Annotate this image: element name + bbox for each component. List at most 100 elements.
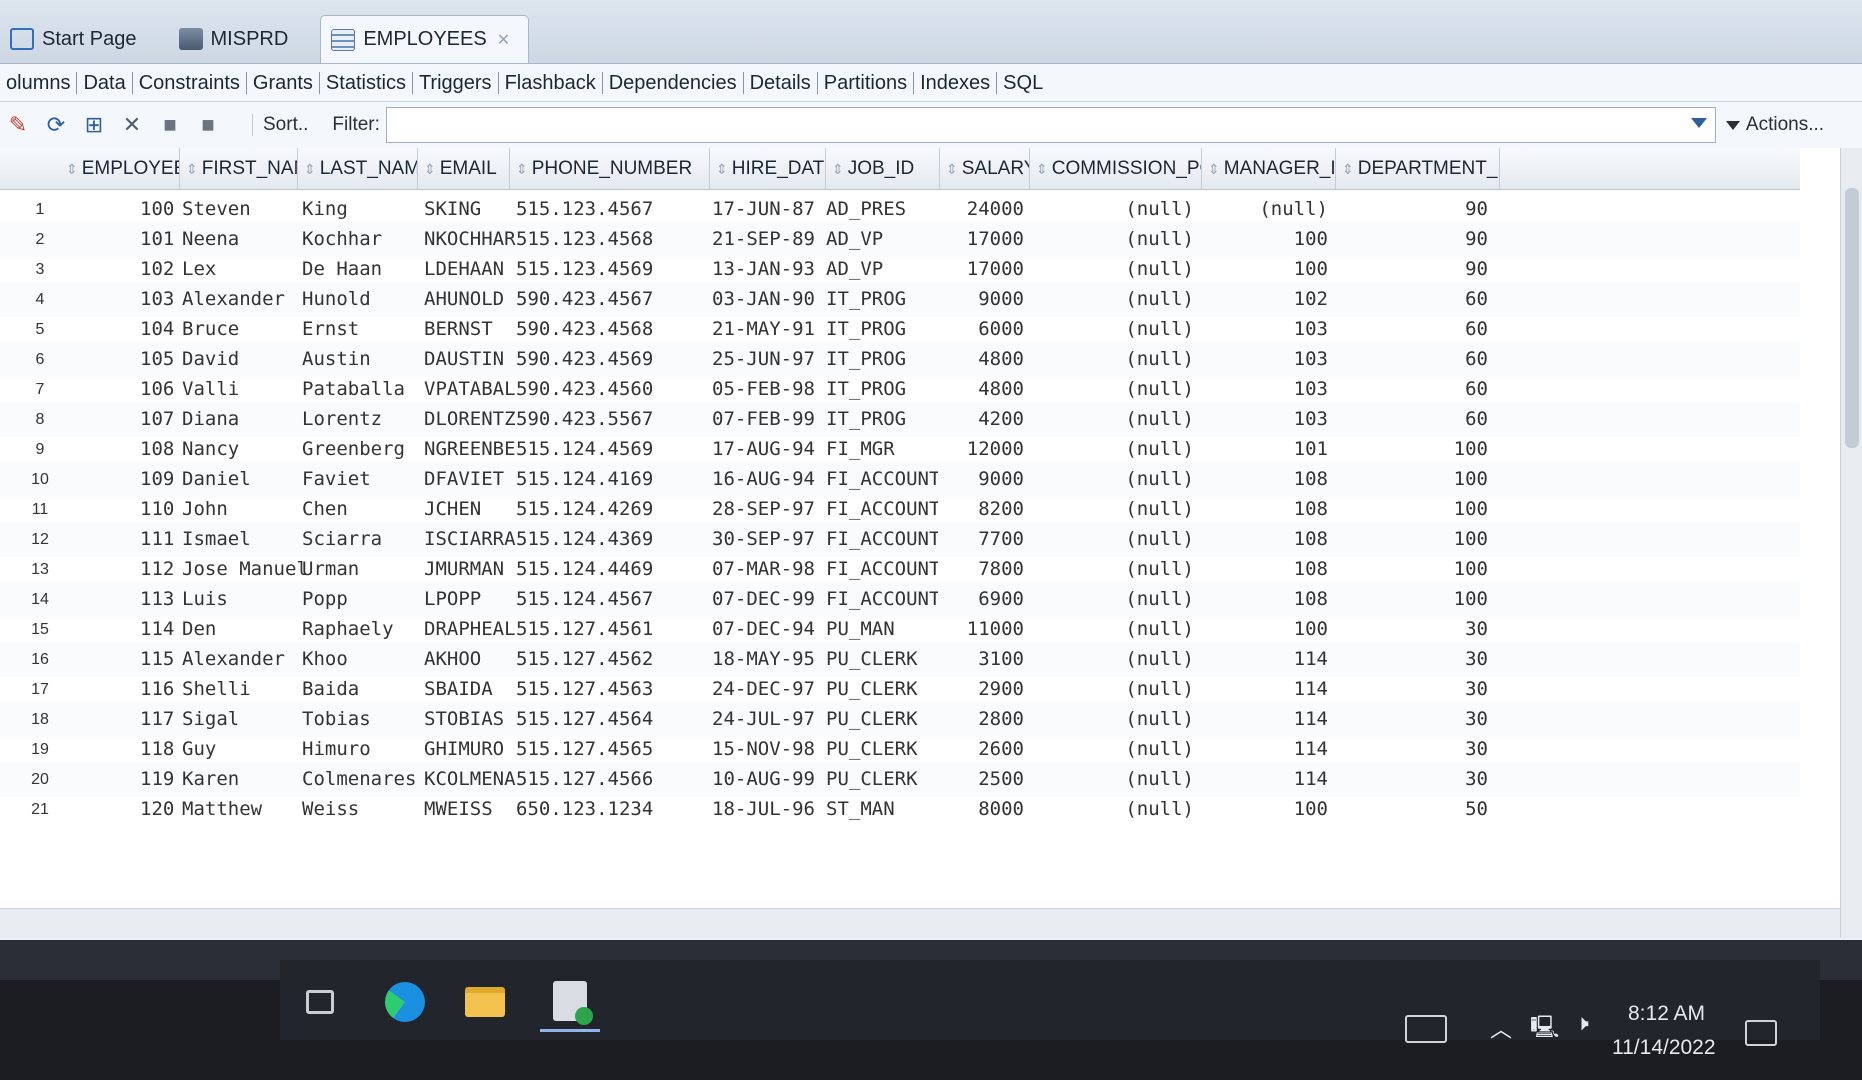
sql-developer-window: Start Page MISPRD EMPLOYEES ✕ olumns Data…: [0, 0, 1862, 940]
column-header-label: COMMISSION_PCT: [1051, 158, 1201, 179]
insert-row-icon[interactable]: ⊞: [80, 112, 108, 138]
column-header-last-name[interactable]: ⇕LAST_NAME: [298, 148, 418, 190]
tab-employees[interactable]: EMPLOYEES ✕: [320, 15, 530, 63]
tab-label: EMPLOYEES: [363, 28, 487, 50]
tab-details[interactable]: Details: [744, 71, 818, 94]
document-tabs: Start Page MISPRD EMPLOYEES ✕: [0, 0, 1862, 64]
tab-olumns[interactable]: olumns: [0, 71, 78, 94]
scroll-thumb[interactable]: [1845, 188, 1859, 448]
tab-constraints[interactable]: Constraints: [133, 71, 247, 94]
column-header-label: SALARY: [961, 158, 1030, 179]
data-grid: ⇕EMPLOYEE_ID⇕FIRST_NAME⇕LAST_NAME⇕EMAIL⇕…: [0, 148, 1840, 908]
column-header-phone-number[interactable]: ⇕ PHONE_NUMBER: [510, 148, 710, 190]
data-toolbar: ✎ ⟳ ⊞ ✕ ■ ■ Sort.. Filter: Actions...: [0, 102, 1862, 148]
table-icon: [331, 28, 356, 51]
column-header-label: MANAGER_ID: [1223, 158, 1336, 179]
sort-arrows-icon[interactable]: ⇕: [832, 161, 844, 177]
column-header-department-id[interactable]: ⇕DEPARTMENT_ID: [1336, 148, 1500, 190]
horizontal-scrollbar[interactable]: [0, 908, 1840, 938]
tab-sql[interactable]: SQL: [997, 72, 1049, 94]
commit-icon[interactable]: ■: [156, 112, 184, 138]
object-sub-tabs: olumns Data Constraints Grants Statistics Tri…: [0, 64, 1862, 102]
column-header-label: EMAIL: [439, 158, 497, 179]
filter-input[interactable]: [385, 107, 1716, 143]
grid-header: ⇕EMPLOYEE_ID⇕FIRST_NAME⇕LAST_NAME⇕EMAIL⇕…: [0, 148, 1800, 190]
grid-cell[interactable]: 100: [1210, 792, 1328, 827]
tab-start-page[interactable]: Start Page: [0, 15, 155, 63]
column-header-job-id[interactable]: ⇕ JOB_ID: [826, 148, 940, 190]
connection-icon: [178, 28, 203, 50]
column-header-commission-pct[interactable]: ⇕COMMISSION_PCT: [1030, 148, 1202, 190]
column-header-manager-id[interactable]: ⇕MANAGER_ID: [1202, 148, 1336, 190]
sort-arrows-icon[interactable]: ⇕: [1036, 161, 1048, 177]
vertical-scrollbar[interactable]: [1840, 148, 1862, 938]
task-view-icon[interactable]: [290, 972, 350, 1032]
sql-developer-icon[interactable]: [540, 972, 600, 1032]
grid-cell[interactable]: 18-JUL-96: [712, 792, 824, 827]
notification-icon[interactable]: [1745, 1020, 1777, 1046]
pin-icon[interactable]: ✎: [4, 112, 32, 138]
tab-grants[interactable]: Grants: [247, 71, 320, 94]
grid-cell[interactable]: Weiss: [302, 792, 422, 827]
sort-arrows-icon[interactable]: ⇕: [424, 161, 436, 177]
column-header-salary[interactable]: ⇕ SALARY: [940, 148, 1030, 190]
start-page-icon: [10, 28, 34, 50]
actions-button[interactable]: Actions...: [1725, 114, 1825, 136]
refresh-icon[interactable]: ⟳: [42, 112, 70, 138]
network-icon[interactable]: 🖳: [1530, 1010, 1559, 1048]
actions-label: Actions...: [1745, 114, 1825, 135]
column-header-label: DEPARTMENT_ID: [1357, 158, 1499, 179]
column-header-label: JOB_ID: [847, 158, 915, 179]
column-header-employee-id[interactable]: ⇕EMPLOYEE_ID: [60, 148, 180, 190]
grid-cell[interactable]: ST_MAN: [826, 792, 938, 827]
close-icon[interactable]: ✕: [497, 30, 510, 50]
sort-button[interactable]: Sort..: [252, 114, 318, 136]
column-header-label: PHONE_NUMBER: [531, 158, 693, 179]
tab-indexes[interactable]: Indexes: [914, 71, 998, 94]
grid-cell[interactable]: 8000: [940, 792, 1024, 827]
grid-cell[interactable]: MWEISS: [424, 792, 516, 827]
edge-browser-icon[interactable]: [375, 972, 435, 1032]
tab-flashback[interactable]: Flashback: [499, 71, 603, 94]
column-header-first-name[interactable]: ⇕FIRST_NAME: [180, 148, 298, 190]
keyboard-icon[interactable]: [1405, 1015, 1447, 1043]
column-header-label: HIRE_DATE: [731, 158, 825, 179]
sort-arrows-icon[interactable]: ⇕: [516, 161, 528, 177]
tab-statistics[interactable]: Statistics: [320, 71, 413, 94]
column-header-label: EMPLOYEE_ID: [81, 158, 179, 179]
delete-row-icon[interactable]: ✕: [118, 112, 146, 138]
column-header-hire-date[interactable]: ⇕HIRE_DATE: [710, 148, 826, 190]
chevron-down-icon: [1725, 120, 1740, 130]
tab-misprd[interactable]: MISPRD: [169, 15, 307, 63]
column-header-label: LAST_NAME: [319, 158, 417, 179]
column-header-email[interactable]: ⇕ EMAIL: [418, 148, 510, 190]
tab-dependencies[interactable]: Dependencies: [603, 71, 744, 94]
sort-arrows-icon[interactable]: ⇕: [66, 161, 78, 177]
tab-label: MISPRD: [210, 27, 289, 50]
sort-arrows-icon[interactable]: ⇕: [716, 161, 728, 177]
rollback-icon[interactable]: ■: [194, 112, 222, 138]
clock-date[interactable]: 11/14/2022: [1612, 1036, 1716, 1060]
sort-arrows-icon[interactable]: ⇕: [304, 161, 316, 177]
sort-arrows-icon[interactable]: ⇕: [1208, 161, 1220, 177]
row-number[interactable]: 21: [10, 792, 70, 827]
clock-time[interactable]: 8:12 AM: [1628, 1002, 1705, 1026]
tab-data[interactable]: Data: [77, 71, 133, 94]
filter-label: Filter:: [332, 114, 380, 135]
chevron-up-icon[interactable]: ︿: [1490, 1012, 1512, 1044]
table-row[interactable]: 21 120 Matthew Weiss MWEISS 650.123.1234 18-JU…: [0, 792, 1800, 827]
tab-label: Start Page: [42, 27, 137, 50]
sort-arrows-icon[interactable]: ⇕: [186, 161, 198, 177]
tab-partitions[interactable]: Partitions: [818, 71, 915, 94]
grid-cell[interactable]: 120: [140, 792, 180, 827]
grid-cell[interactable]: (null): [1040, 792, 1194, 827]
column-header-label: FIRST_NAME: [201, 158, 297, 179]
volume-muted-icon[interactable]: 🕨: [1575, 1010, 1589, 1036]
chevron-down-icon[interactable]: [1690, 118, 1707, 128]
file-explorer-icon[interactable]: [455, 972, 515, 1032]
sort-arrows-icon[interactable]: ⇕: [1342, 161, 1354, 177]
grid-cell[interactable]: 50: [1340, 792, 1488, 827]
grid-cell[interactable]: 650.123.1234: [516, 792, 706, 827]
sort-arrows-icon[interactable]: ⇕: [946, 161, 958, 177]
tab-triggers[interactable]: Triggers: [413, 71, 499, 94]
